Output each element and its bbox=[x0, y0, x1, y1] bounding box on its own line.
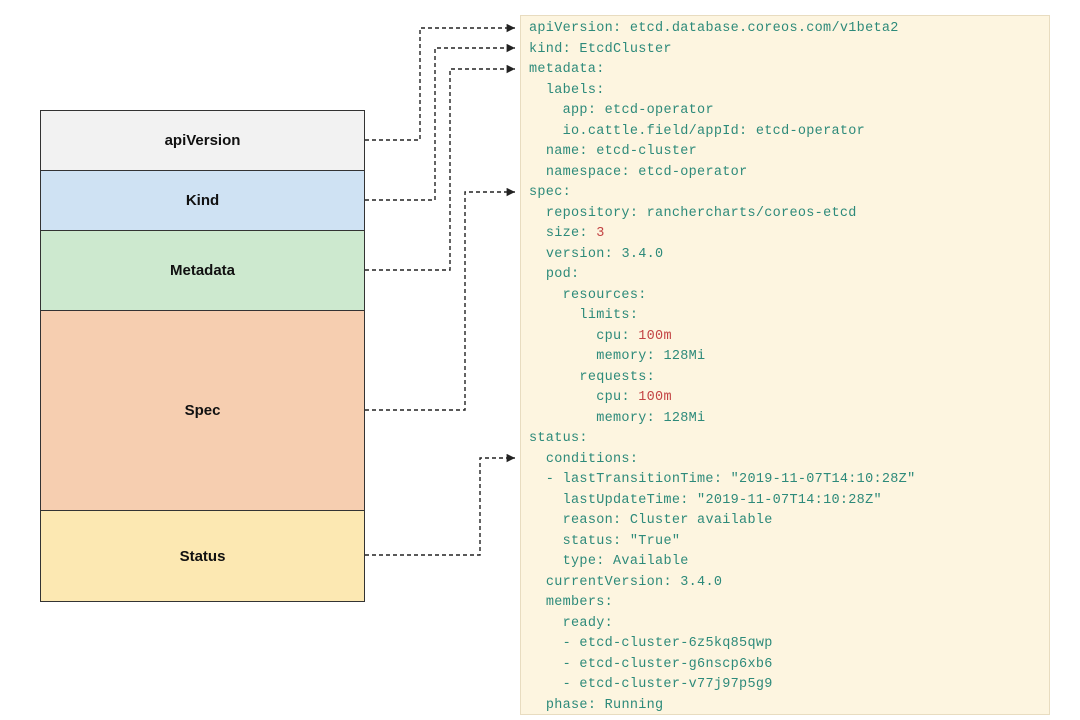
yaml-value: 3.4.0 bbox=[621, 247, 663, 262]
yaml-value: 3.4.0 bbox=[680, 575, 722, 590]
yaml-value: 128Mi bbox=[663, 349, 705, 364]
yaml-key: reason bbox=[563, 513, 613, 528]
yaml-key: memory bbox=[596, 411, 646, 426]
yaml-value: Running bbox=[605, 698, 664, 713]
yaml-value: 128Mi bbox=[663, 411, 705, 426]
yaml-value: "True" bbox=[630, 534, 680, 549]
yaml-key: lastUpdateTime bbox=[563, 493, 681, 508]
yaml-value: etcd-operator bbox=[638, 165, 747, 180]
yaml-key: namespace bbox=[546, 165, 622, 180]
yaml-key: status bbox=[529, 431, 579, 446]
yaml-key: name bbox=[546, 144, 580, 159]
yaml-key: lastTransitionTime bbox=[563, 472, 714, 487]
yaml-value: "2019-11-07T14:10:28Z" bbox=[697, 493, 882, 508]
box-label: Spec bbox=[185, 402, 221, 419]
yaml-value: 100m bbox=[638, 329, 672, 344]
yaml-key: currentVersion bbox=[546, 575, 664, 590]
yaml-value: etcd.database.coreos.com/v1beta2 bbox=[630, 21, 899, 36]
yaml-value: Cluster available bbox=[630, 513, 773, 528]
yaml-key: app bbox=[563, 103, 588, 118]
yaml-value: 3 bbox=[596, 226, 604, 241]
box-label: Metadata bbox=[170, 262, 235, 279]
yaml-key: limits bbox=[579, 308, 629, 323]
yaml-key: apiVersion bbox=[529, 21, 613, 36]
yaml-value: etcd-cluster bbox=[596, 144, 697, 159]
yaml-key: io.cattle.field/appId bbox=[563, 124, 739, 139]
yaml-key: cpu bbox=[596, 390, 621, 405]
yaml-key: size bbox=[546, 226, 580, 241]
yaml-key: pod bbox=[546, 267, 571, 282]
yaml-value: 100m bbox=[638, 390, 672, 405]
yaml-key: cpu bbox=[596, 329, 621, 344]
yaml-key: memory bbox=[596, 349, 646, 364]
yaml-key: resources bbox=[563, 288, 639, 303]
yaml-key: status bbox=[563, 534, 613, 549]
yaml-key: ready bbox=[563, 616, 605, 631]
yaml-value: Available bbox=[613, 554, 689, 569]
box-status: Status bbox=[41, 511, 364, 601]
yaml-value: etcd-cluster-6z5kq85qwp bbox=[579, 636, 772, 651]
yaml-manifest: apiVersion: etcd.database.coreos.com/v1b… bbox=[520, 15, 1050, 715]
box-spec: Spec bbox=[41, 311, 364, 511]
box-label: Status bbox=[180, 548, 226, 565]
box-kind: Kind bbox=[41, 171, 364, 231]
yaml-key: conditions bbox=[546, 452, 630, 467]
yaml-value: etcd-cluster-g6nscp6xb6 bbox=[579, 657, 772, 672]
yaml-value: EtcdCluster bbox=[579, 42, 671, 57]
box-metadata: Metadata bbox=[41, 231, 364, 311]
yaml-value: "2019-11-07T14:10:28Z" bbox=[731, 472, 916, 487]
resource-sections: apiVersion Kind Metadata Spec Status bbox=[40, 110, 365, 602]
box-label: Kind bbox=[186, 192, 219, 209]
yaml-key: spec bbox=[529, 185, 563, 200]
yaml-key: version bbox=[546, 247, 605, 262]
yaml-key: metadata bbox=[529, 62, 596, 77]
yaml-key: requests bbox=[579, 370, 646, 385]
box-label: apiVersion bbox=[165, 132, 241, 149]
yaml-key: kind bbox=[529, 42, 563, 57]
yaml-key: labels bbox=[546, 83, 596, 98]
yaml-key: type bbox=[563, 554, 597, 569]
yaml-value: etcd-cluster-v77j97p5g9 bbox=[579, 677, 772, 692]
box-apiversion: apiVersion bbox=[41, 111, 364, 171]
yaml-key: phase bbox=[546, 698, 588, 713]
yaml-key: members bbox=[546, 595, 605, 610]
yaml-value: etcd-operator bbox=[605, 103, 714, 118]
yaml-value: etcd-operator bbox=[756, 124, 865, 139]
yaml-key: repository bbox=[546, 206, 630, 221]
yaml-value: ranchercharts/coreos-etcd bbox=[647, 206, 857, 221]
